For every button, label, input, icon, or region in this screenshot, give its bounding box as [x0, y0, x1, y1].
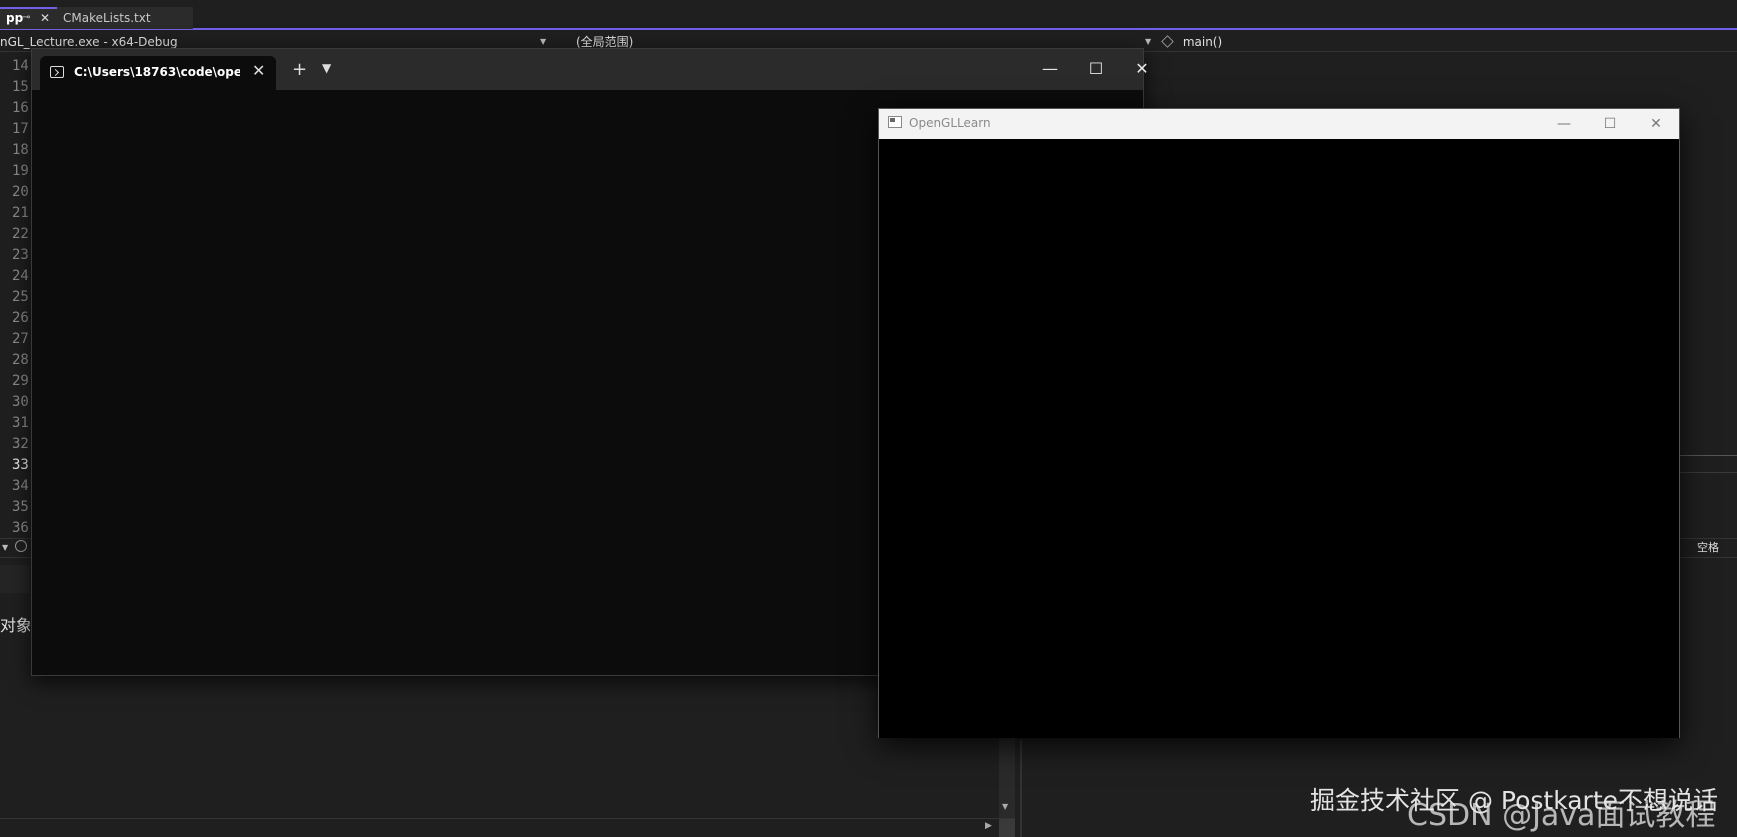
scroll-right-icon[interactable]: ▶ — [985, 821, 992, 831]
new-tab-button[interactable]: + — [292, 59, 307, 80]
line-number: 17 — [12, 121, 29, 137]
horizontal-scrollbar[interactable]: ▶ — [0, 818, 1015, 837]
line-number: 35 — [12, 499, 29, 515]
whitespace-indicator[interactable]: 空格 — [1697, 539, 1719, 557]
scroll-down-icon[interactable]: ▼ — [1002, 802, 1008, 811]
member-label: main() — [1182, 35, 1223, 49]
scroll-corner — [999, 819, 1015, 837]
line-number: 26 — [12, 310, 29, 326]
close-icon[interactable]: ✕ — [252, 61, 265, 80]
window-icon — [888, 116, 902, 128]
line-number: 32 — [12, 436, 29, 452]
close-icon[interactable]: ✕ — [40, 9, 50, 27]
output-text: 对象正 — [0, 616, 30, 635]
console-icon — [50, 66, 64, 78]
cube-icon — [1161, 35, 1174, 48]
chevron-down-icon[interactable]: ▼ — [2, 539, 8, 557]
pin-icon[interactable]: ⊸ — [22, 9, 30, 27]
terminal-titlebar[interactable]: C:\Users\18763\code\opengl_p ✕ + ▼ — ☐ ✕ — [32, 49, 1149, 90]
render-canvas[interactable] — [879, 139, 1679, 738]
line-number-gutter: 14 15 16 17 18 19 20 21 22 23 24 25 26 27 28 29 30 31 32 33… — [0, 56, 30, 536]
close-button[interactable]: ✕ — [1636, 112, 1676, 136]
line-number: 20 — [12, 184, 29, 200]
line-number: 36 — [12, 520, 29, 536]
divider — [1678, 472, 1737, 473]
minimize-button[interactable]: — — [1030, 57, 1070, 81]
opengl-titlebar[interactable]: OpenGLLearn — ☐ ✕ — [879, 109, 1679, 139]
terminal-tab-title: C:\Users\18763\code\opengl_p — [74, 65, 240, 79]
line-number: 21 — [12, 205, 29, 221]
line-number: 30 — [12, 394, 29, 410]
line-number: 28 — [12, 352, 29, 368]
line-number: 16 — [12, 100, 29, 116]
terminal-tab[interactable]: C:\Users\18763\code\opengl_p ✕ — [40, 56, 276, 90]
tab-cmakelists[interactable]: CMakeLists.txt — [57, 7, 193, 29]
chevron-down-icon: ▼ — [1145, 37, 1152, 46]
tab-label: CMakeLists.txt — [63, 11, 151, 25]
tab-label: pp — [6, 11, 24, 25]
minimize-button[interactable]: — — [1544, 112, 1584, 136]
line-number: 31 — [12, 415, 29, 431]
chevron-down-icon[interactable]: ▼ — [322, 61, 331, 75]
divider — [1678, 455, 1737, 456]
member-dropdown[interactable]: main() — [1161, 32, 1362, 52]
line-number: 24 — [12, 268, 29, 284]
opengl-window[interactable]: OpenGLLearn — ☐ ✕ — [878, 108, 1680, 738]
scope-label: (全局范围) — [576, 35, 634, 49]
line-number: 22 — [12, 226, 29, 242]
watermark-csdn: CSDN @Java面试教程 — [1407, 798, 1716, 833]
line-number: 19 — [12, 163, 29, 179]
line-number: 34 — [12, 478, 29, 494]
maximize-button[interactable]: ☐ — [1076, 57, 1116, 81]
panel-divider[interactable] — [1020, 740, 1022, 837]
line-number: 23 — [12, 247, 29, 263]
document-tab-bar: pp ⊸ ✕ CMakeLists.txt — [0, 0, 1737, 30]
line-number: 25 — [12, 289, 29, 305]
maximize-button[interactable]: ☐ — [1590, 112, 1630, 136]
line-number: 29 — [12, 373, 29, 389]
line-number: 14 — [12, 58, 29, 74]
line-number: 27 — [12, 331, 29, 347]
line-number: 33 — [12, 457, 29, 473]
window-title: OpenGLLearn — [909, 116, 991, 130]
tab-main-cpp[interactable]: pp ⊸ ✕ — [0, 7, 57, 29]
health-icon[interactable] — [15, 540, 27, 552]
line-number: 15 — [12, 79, 29, 95]
project-label: nGL_Lecture.exe - x64-Debug — [0, 35, 178, 49]
line-number: 18 — [12, 142, 29, 158]
output-panel-header — [0, 565, 30, 593]
close-button[interactable]: ✕ — [1122, 57, 1162, 81]
